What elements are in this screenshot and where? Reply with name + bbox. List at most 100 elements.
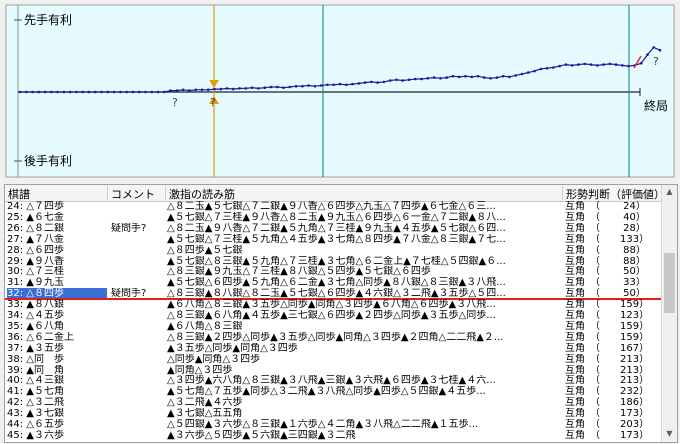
- graph-point: [552, 66, 555, 69]
- graph-label-end: 終局: [644, 98, 668, 113]
- graph-point: [445, 76, 449, 79]
- graph-point: [652, 46, 655, 49]
- graph-point: [338, 82, 342, 86]
- graph-point: [602, 63, 605, 66]
- graph-point: [457, 75, 461, 79]
- evaluation-graph[interactable]: 先手有利 後手有利 終局 ? ? ?: [0, 0, 680, 181]
- table-row[interactable]: 35: ▲６八角 ▲６八角△８三銀 互角 （ 159）: [5, 321, 662, 332]
- graph-point: [188, 89, 191, 92]
- graph-point: [470, 75, 474, 79]
- table-row[interactable]: 40: △４三銀 △３四歩▲六八角△８三銀▲３八飛▲三銀▲３六飛▲６四歩▲３七桂▲…: [5, 375, 662, 386]
- move-cell: 43: ▲３七銀: [7, 408, 64, 420]
- graph-point: [18, 90, 22, 94]
- graph-point: [382, 80, 386, 84]
- scroll-thumb[interactable]: [664, 253, 675, 313]
- header-evaluation[interactable]: 形勢判断（評価値）: [563, 186, 665, 201]
- evaluation-cell: 互角 （ 50）: [565, 266, 646, 278]
- table-row[interactable]: 34: △４五歩 △８三銀▲６八角▲４五歩▲三七銀△６四歩▲２四歩△同歩▲３五歩△…: [5, 310, 662, 321]
- graph-point: [483, 76, 486, 79]
- graph-point: [238, 87, 241, 90]
- table-row[interactable]: 25: ▲６七金 ▲５七銀△７三桂▲９八香△８二玉▲９九玉△６四歩△６一金△７二銀…: [5, 212, 662, 223]
- table-row[interactable]: 27: ▲７八金 ▲５七銀△７三桂▲５九角△４五歩▲３七角△８四歩▲７八金△８三銀…: [5, 234, 662, 245]
- table-row[interactable]: 44: △６五歩 △５四銀▲３六歩△８三銀▲１六歩△４二角▲３八飛△二二飛▲１五歩…: [5, 419, 662, 430]
- graph-point: [388, 79, 392, 82]
- table-row[interactable]: 39: ▲同 角 ▲同角△３四歩 互角 （ 213）: [5, 365, 662, 376]
- reading-cell: ▲６八角△８三銀▲３五歩△同歩▲同角△３四歩▲６八角△６四歩▲３八飛...: [167, 299, 496, 311]
- graph-point: [232, 87, 235, 91]
- table-row[interactable]: 43: ▲３七銀 ▲３七銀△五五角 互角 （ 173）: [5, 408, 662, 419]
- reading-cell: △５四銀▲３六歩△８三銀▲１六歩△４二角▲３八飛△二二飛▲１五歩...: [167, 419, 479, 430]
- graph-point: [621, 64, 624, 67]
- evaluation-cell: 互角 （ 167）: [565, 342, 650, 354]
- graph-question-mark: ?: [210, 96, 216, 109]
- table-row[interactable]: 24: △７四歩 △８二玉▲５七銀△７二銀▲９八香△６四歩△九玉△７四歩▲６七金△…: [5, 201, 662, 212]
- table-row[interactable]: 41: ▲５七角 ▲５七角△７五歩▲同歩△３二飛▲３八飛△同歩▲四歩△５四銀▲４五…: [5, 386, 662, 397]
- graph-point: [345, 83, 348, 87]
- vertical-scrollbar[interactable]: ▲ ▼: [661, 185, 677, 442]
- table-row[interactable]: 42: △３二飛 △３二飛▲４六歩 互角 （ 186）: [5, 397, 662, 408]
- evaluation-cell: 互角 （ 213）: [565, 364, 650, 376]
- scroll-down-icon[interactable]: ▼: [664, 429, 675, 440]
- graph-point: [219, 87, 223, 91]
- graph-point: [282, 86, 285, 89]
- graph-point: [31, 90, 34, 94]
- graph-question-mark: ?: [653, 55, 659, 68]
- table-row[interactable]: 31: ▲９九玉 ▲５七銀△６四歩▲５九角△６二金▲３七角△同歩▲８八銀△８三銀▲…: [5, 277, 662, 288]
- graph-point: [319, 84, 323, 87]
- header-comment[interactable]: コメント: [108, 186, 166, 201]
- table-row[interactable]: 26: △８二銀 疑問手? △８二玉▲９八香△７二銀▲５九角△７三桂▲９九玉▲４五歩…: [5, 223, 662, 234]
- graph-point: [250, 86, 254, 89]
- move-cell: 35: ▲６八角: [7, 320, 64, 332]
- graph-point: [545, 66, 549, 70]
- move-cell: 37: ▲３五歩: [7, 342, 64, 354]
- table-row[interactable]: 38: △同 歩 △同歩▲同角△３四歩 互角 （ 213）: [5, 354, 662, 365]
- header-kifu[interactable]: 棋譜: [5, 186, 108, 201]
- move-cell: 24: △７四歩: [7, 201, 64, 212]
- graph-question-mark: ?: [172, 96, 178, 109]
- table-row[interactable]: 37: ▲３五歩 ▲３五歩△同歩▲同角△３四歩 互角 （ 167）: [5, 343, 662, 354]
- graph-point: [50, 90, 53, 94]
- table-row[interactable]: 36: △６二金上 △８三銀▲２四歩△同歩▲３五歩△同歩▲同角△３四歩▲２四角△二…: [5, 332, 662, 343]
- move-cell: 40: △４三銀: [7, 375, 64, 387]
- table-row[interactable]: 30: △７三桂 △８三銀▲９九玉△７三桂▲８八銀△５四歩▲５七銀△６四歩 互角 （…: [5, 266, 662, 277]
- table-row[interactable]: 29: ▲９八香 ▲５七銀△８三銀▲５九角△７三桂▲３七角△６二金上▲７七桂△５四…: [5, 256, 662, 267]
- graph-point: [514, 74, 517, 77]
- graph-point: [75, 90, 78, 94]
- graph-point: [194, 88, 197, 92]
- graph-point: [326, 83, 329, 87]
- move-list-table[interactable]: 棋譜 コメント 激指の読み筋 形勢判断（評価値） 24: △７四歩 △８二玉▲５七…: [4, 184, 678, 443]
- graph-point: [87, 90, 91, 94]
- move-cell: 39: ▲同 角: [7, 364, 64, 376]
- reading-cell: △８二玉▲５七銀△７二銀▲９八香△６四歩△九玉△７四歩▲６七金△６三...: [167, 201, 496, 212]
- move-cell: 33: ▲８八銀: [7, 299, 64, 311]
- reading-cell: ▲５七銀△８三銀▲５九角△７三桂▲３七角△６二金上▲７七桂△５四銀▲６...: [167, 255, 506, 267]
- reading-cell: ▲同角△３四歩: [167, 364, 233, 376]
- graph-point: [131, 90, 135, 94]
- evaluation-cell: 互角 （ 186）: [565, 397, 650, 409]
- reading-cell: ▲５七銀△７三桂▲９八香△８二玉▲９九玉△６四歩△６一金△７二銀▲８八...: [167, 211, 506, 223]
- graph-point: [570, 64, 574, 67]
- scroll-up-icon[interactable]: ▲: [664, 187, 675, 198]
- graph-point: [112, 90, 116, 94]
- move-cell: 31: ▲９九玉: [7, 277, 64, 289]
- graph-point: [658, 48, 662, 52]
- reading-cell: △同歩▲同角△３四歩: [167, 353, 261, 365]
- graph-point: [495, 76, 499, 79]
- graph-point: [395, 78, 398, 82]
- graph-point: [144, 90, 147, 94]
- header-reading[interactable]: 激指の読み筋: [166, 186, 563, 201]
- graph-point: [150, 90, 154, 94]
- table-row[interactable]: 28: △６四歩 △８四歩▲５七銀 互角 （ 88）: [5, 245, 662, 256]
- reading-cell: △８四歩▲５七銀: [167, 244, 243, 256]
- graph-point: [313, 84, 317, 88]
- table-row[interactable]: 33: ▲８八銀 ▲６八角△８三銀▲３五歩△同歩▲同角△３四歩▲６八角△６四歩▲３…: [5, 299, 662, 310]
- graph-point: [501, 74, 505, 78]
- graph-point: [376, 81, 379, 84]
- graph-point: [577, 63, 580, 66]
- graph-point: [596, 64, 599, 67]
- graph-point: [294, 84, 298, 88]
- graph-point: [332, 83, 336, 87]
- evaluation-cell: 互角 （ 159）: [565, 299, 650, 311]
- table-row[interactable]: 45: ▲３六歩 ▲３六歩△５四歩▲５六銀▲三四銀▲３二飛 互角 （ 173）: [5, 430, 662, 441]
- move-cell: 42: △３二飛: [7, 397, 64, 409]
